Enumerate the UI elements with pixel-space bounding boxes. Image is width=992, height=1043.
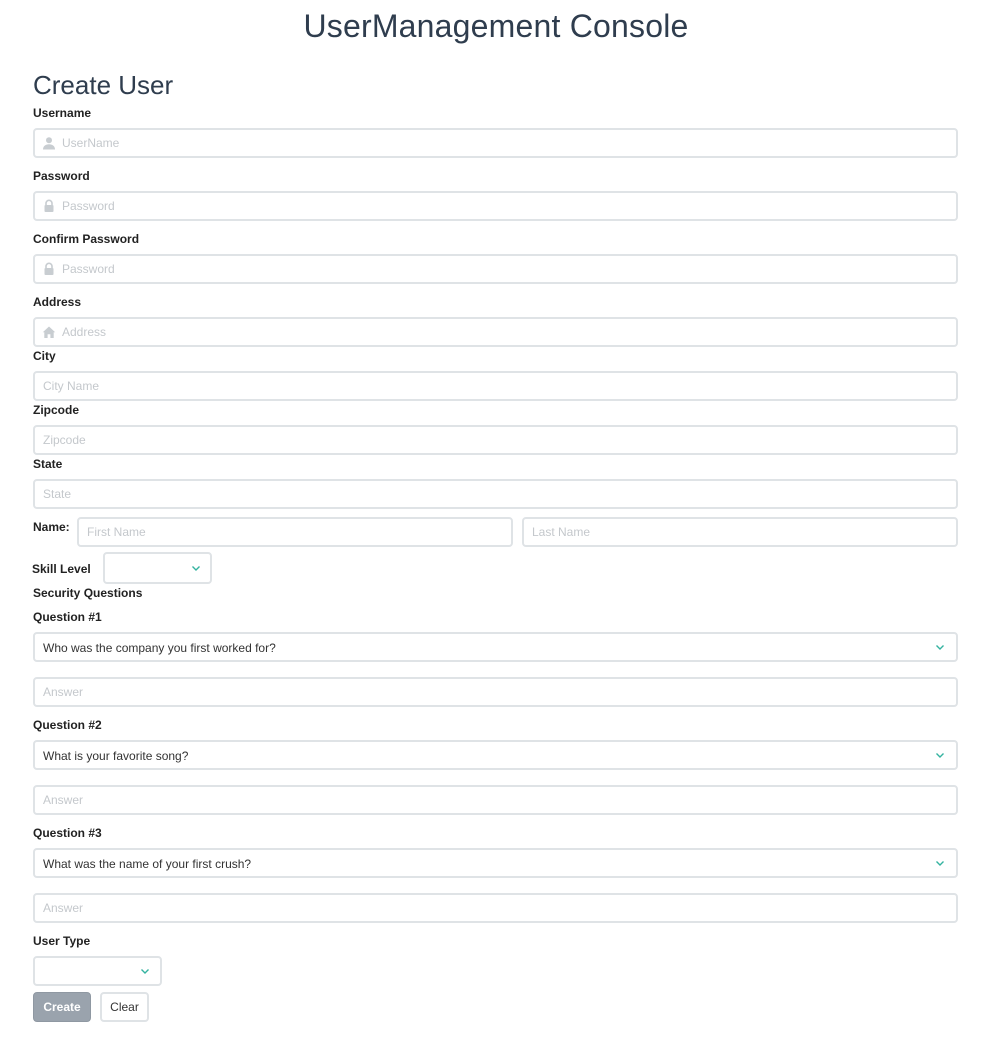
username-field-wrapper [33,128,958,158]
last-name-field-wrapper [522,517,958,547]
confirm-password-input[interactable] [35,256,956,282]
question-1-select[interactable]: Who was the company you first worked for… [33,632,958,662]
first-name-field-wrapper [77,517,513,547]
city-field-wrapper [33,371,958,401]
password-input[interactable] [35,193,956,219]
question-3-selected: What was the name of your first crush? [43,857,252,871]
city-input[interactable] [35,373,956,399]
create-button[interactable]: Create [33,992,91,1022]
chevron-down-icon [140,966,150,976]
question-1-label: Question #1 [33,610,102,624]
answer-3-input[interactable] [35,895,956,921]
state-input[interactable] [35,481,956,507]
question-3-select[interactable]: What was the name of your first crush? [33,848,958,878]
name-label: Name: [33,520,70,534]
username-input[interactable] [35,130,956,156]
state-label: State [33,457,63,471]
answer-3-field-wrapper [33,893,958,923]
chevron-down-icon [191,563,201,573]
answer-1-input[interactable] [35,679,956,705]
skill-level-select[interactable] [103,552,212,584]
address-field-wrapper [33,317,958,347]
user-type-select[interactable] [33,956,162,986]
password-field-wrapper [33,191,958,221]
zipcode-field-wrapper [33,425,958,455]
password-label: Password [33,169,90,183]
chevron-down-icon [935,642,945,652]
first-name-input[interactable] [79,519,511,545]
confirm-password-label: Confirm Password [33,232,140,246]
user-type-label: User Type [33,934,91,948]
page-title: Create User [33,70,174,100]
skill-level-label: Skill Level [32,562,91,576]
zipcode-label: Zipcode [33,403,80,417]
answer-2-field-wrapper [33,785,958,815]
address-input[interactable] [35,319,956,345]
chevron-down-icon [935,858,945,868]
city-label: City [33,349,56,363]
question-2-selected: What is your favorite song? [43,749,189,763]
answer-1-field-wrapper [33,677,958,707]
question-2-label: Question #2 [33,718,102,732]
question-3-label: Question #3 [33,826,102,840]
security-questions-label: Security Questions [33,586,143,600]
clear-button[interactable]: Clear [100,992,149,1022]
answer-2-input[interactable] [35,787,956,813]
state-field-wrapper [33,479,958,509]
confirm-password-field-wrapper [33,254,958,284]
question-1-selected: Who was the company you first worked for… [43,641,276,655]
last-name-input[interactable] [524,519,956,545]
app-title: UserManagement Console [303,8,689,44]
chevron-down-icon [935,750,945,760]
question-2-select[interactable]: What is your favorite song? [33,740,958,770]
username-label: Username [33,106,92,120]
address-label: Address [33,295,82,309]
zipcode-input[interactable] [35,427,956,453]
